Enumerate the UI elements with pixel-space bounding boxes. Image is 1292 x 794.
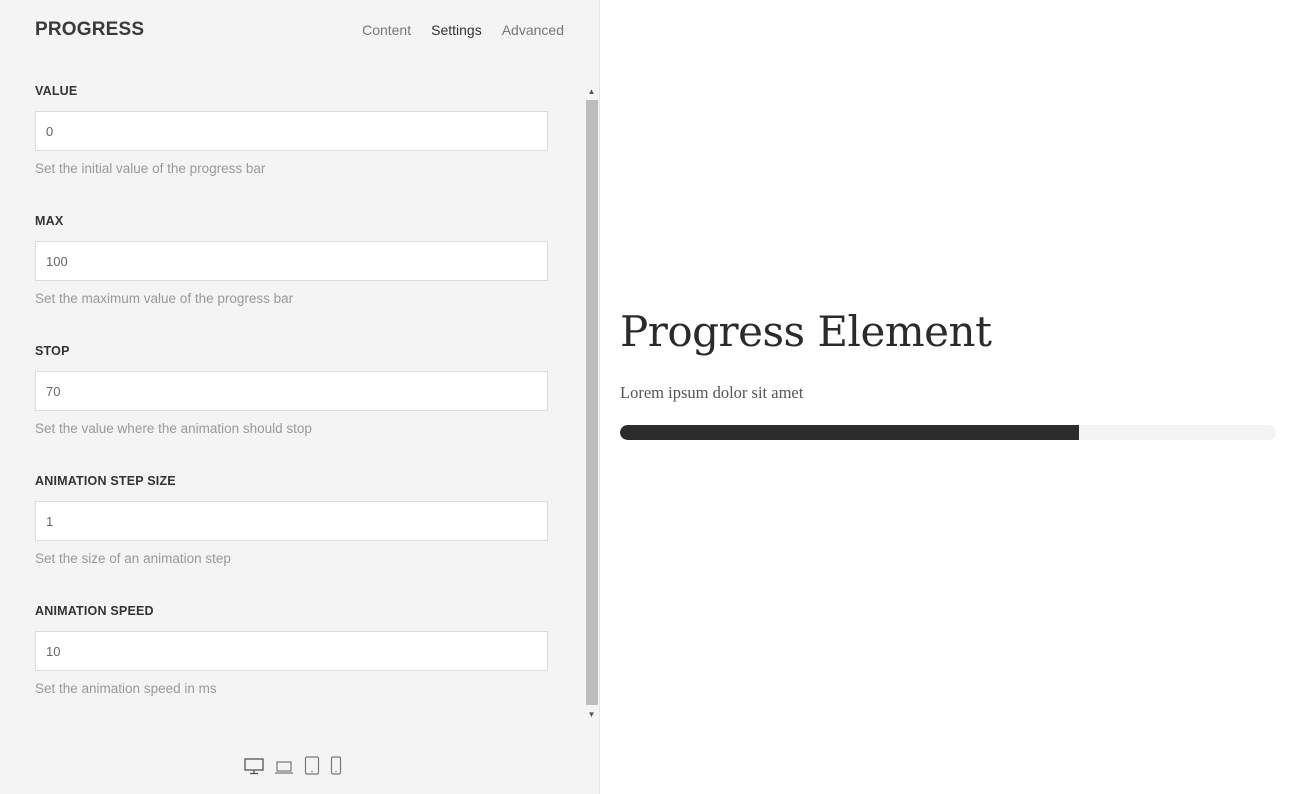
tab-content[interactable]: Content bbox=[362, 22, 411, 38]
phone-icon[interactable] bbox=[330, 756, 342, 775]
settings-panel: PROGRESS Content Settings Advanced VALUE… bbox=[0, 0, 600, 794]
panel-tabs: Content Settings Advanced bbox=[362, 22, 564, 38]
progress-bar-fill bbox=[620, 425, 1080, 440]
preview-area: Progress Element Lorem ipsum dolor sit a… bbox=[620, 0, 1276, 794]
scroll-track[interactable] bbox=[586, 99, 598, 708]
tab-advanced[interactable]: Advanced bbox=[502, 22, 564, 38]
field-label: MAX bbox=[35, 214, 64, 228]
scroll-up-arrow-icon[interactable]: ▲ bbox=[584, 85, 599, 99]
field-label: ANIMATION SPEED bbox=[35, 604, 154, 618]
animation-step-size-input[interactable] bbox=[35, 501, 548, 541]
field-value: VALUE Set the initial value of the progr… bbox=[35, 84, 548, 214]
value-input[interactable] bbox=[35, 111, 548, 151]
field-max: MAX Set the maximum value of the progres… bbox=[35, 214, 548, 344]
field-help: Set the animation speed in ms bbox=[35, 681, 217, 696]
field-label: STOP bbox=[35, 344, 70, 358]
device-switcher bbox=[244, 756, 342, 775]
desktop-icon[interactable] bbox=[244, 758, 264, 775]
preview-text: Lorem ipsum dolor sit amet bbox=[620, 383, 804, 402]
preview-title: Progress Element bbox=[620, 307, 992, 356]
field-label: ANIMATION STEP SIZE bbox=[35, 474, 176, 488]
max-input[interactable] bbox=[35, 241, 548, 281]
settings-fields: VALUE Set the initial value of the progr… bbox=[35, 84, 548, 734]
laptop-icon[interactable] bbox=[274, 760, 294, 775]
tablet-icon[interactable] bbox=[304, 756, 320, 775]
scroll-thumb[interactable] bbox=[586, 100, 598, 705]
field-animation-step-size: ANIMATION STEP SIZE Set the size of an a… bbox=[35, 474, 548, 604]
scroll-down-arrow-icon[interactable]: ▼ bbox=[584, 708, 599, 722]
tab-settings[interactable]: Settings bbox=[431, 22, 482, 38]
animation-speed-input[interactable] bbox=[35, 631, 548, 671]
progress-bar bbox=[620, 425, 1276, 440]
field-animation-speed: ANIMATION SPEED Set the animation speed … bbox=[35, 604, 548, 734]
field-help: Set the value where the animation should… bbox=[35, 421, 312, 436]
panel-title: PROGRESS bbox=[35, 19, 145, 40]
panel-scrollbar[interactable]: ▲ ▼ bbox=[584, 85, 599, 722]
field-help: Set the initial value of the progress ba… bbox=[35, 161, 266, 176]
field-help: Set the maximum value of the progress ba… bbox=[35, 291, 294, 306]
field-label: VALUE bbox=[35, 84, 78, 98]
stop-input[interactable] bbox=[35, 371, 548, 411]
field-stop: STOP Set the value where the animation s… bbox=[35, 344, 548, 474]
field-help: Set the size of an animation step bbox=[35, 551, 231, 566]
